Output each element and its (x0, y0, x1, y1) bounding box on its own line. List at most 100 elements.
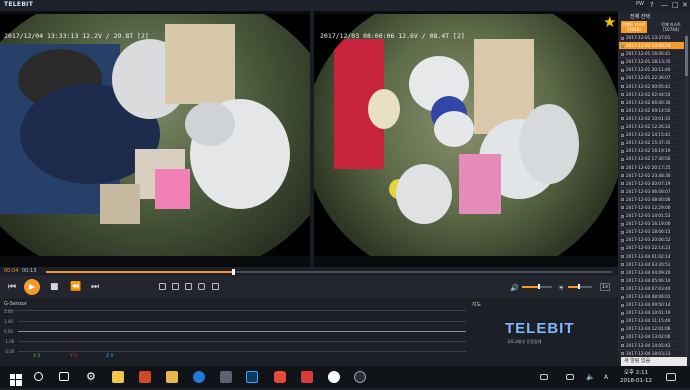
list-item[interactable]: 2017-12-02 20:17:25 (619, 164, 684, 172)
screen-icon[interactable] (212, 283, 219, 290)
snapshot-icon[interactable] (185, 283, 192, 290)
list-item[interactable]: 2017-12-02 14:15:41 (619, 131, 684, 140)
powerpoint-icon[interactable] (139, 371, 151, 383)
action-center-icon[interactable] (666, 373, 676, 381)
row-checkbox[interactable] (621, 141, 624, 145)
settings-icon[interactable]: ⚙ (86, 371, 98, 383)
row-checkbox[interactable] (621, 68, 624, 72)
row-checkbox[interactable] (621, 133, 624, 137)
camera-app-icon[interactable] (301, 371, 313, 383)
list-item[interactable]: 2017-12-02 16:19:19 (619, 147, 684, 156)
row-checkbox[interactable] (621, 263, 624, 267)
close-button[interactable]: ✕ (682, 1, 688, 9)
list-item[interactable]: 2017-12-02 15:37:35 (619, 139, 684, 148)
system-clock[interactable]: 오후 2:11 2018-01-12 (620, 369, 652, 385)
list-item[interactable]: 2017-12-01 18:13:35 (619, 58, 684, 67)
row-checkbox[interactable] (621, 311, 624, 315)
edge-icon[interactable] (193, 371, 205, 383)
list-item[interactable]: 2017-12-02 09:14:50 (619, 107, 684, 115)
search-icon[interactable] (34, 372, 43, 381)
all-list-tab[interactable]: 전체 리스트 [10744] (656, 21, 686, 33)
event-list-tab[interactable]: 이벤트 리스트 [4918] (621, 21, 647, 33)
row-checkbox[interactable] (621, 117, 624, 121)
camera-front-view[interactable]: 2017/12/04 13:33:13 12.2V / 29.8T [2] (0, 14, 310, 256)
task-view-icon[interactable] (59, 372, 69, 381)
file-explorer-icon[interactable] (112, 371, 124, 383)
list-item[interactable]: 2017-12-04 12:01:06 (619, 325, 684, 334)
list-item[interactable]: 2017-12-03 12:29:00 (619, 204, 684, 213)
list-item[interactable]: 2017-12-02 23:48:30 (619, 172, 684, 180)
store-icon[interactable] (220, 371, 232, 383)
maximize-button[interactable]: □ (672, 1, 679, 9)
next-icon[interactable]: ⏭ (91, 282, 99, 292)
list-item[interactable]: 2017-12-04 13:02:00 (619, 333, 684, 342)
list-item[interactable]: 2017-12-02 02:44:54 (619, 91, 684, 99)
list-item[interactable]: 2017-12-02 06:00:30 (619, 99, 684, 107)
camera-rear-view[interactable]: 2017/12/03 08:00:06 12.6V / 08.4T [2] (314, 14, 618, 256)
rewind-icon[interactable]: ⏪ (70, 282, 81, 292)
brightness-slider[interactable] (568, 284, 592, 289)
prev-icon[interactable]: ⏮ (8, 282, 16, 292)
row-checkbox[interactable] (621, 214, 624, 218)
row-checkbox[interactable] (621, 44, 624, 48)
row-checkbox[interactable] (621, 85, 624, 89)
save-icon[interactable] (172, 283, 179, 290)
help-button[interactable]: ? (650, 1, 654, 9)
list-item[interactable]: 2017-12-04 14:05:43 (619, 342, 684, 350)
row-checkbox[interactable] (621, 60, 624, 64)
ime-icon[interactable]: A (604, 374, 616, 386)
row-checkbox[interactable] (621, 174, 624, 178)
list-item[interactable]: 2017-12-03 20:06:52 (619, 236, 684, 245)
list-item[interactable]: 2017-12-01 13:28:54 (619, 42, 684, 51)
app-icon[interactable] (274, 371, 286, 383)
seek-handle[interactable] (231, 269, 235, 275)
row-checkbox[interactable] (621, 206, 624, 210)
row-checkbox[interactable] (621, 149, 624, 153)
row-checkbox[interactable] (621, 101, 624, 105)
row-checkbox[interactable] (621, 279, 624, 283)
list-item[interactable]: 2017-12-04 04:09:20 (619, 269, 684, 277)
row-checkbox[interactable] (621, 230, 624, 234)
row-checkbox[interactable] (621, 166, 624, 169)
list-item[interactable]: 2017-12-04 01:02:14 (619, 253, 684, 261)
camera-icon[interactable] (198, 283, 205, 290)
list-item[interactable]: 2017-12-03 14:01:53 (619, 212, 684, 221)
row-checkbox[interactable] (621, 222, 624, 226)
list-item[interactable]: 2017-12-04 05:06:10 (619, 277, 684, 285)
row-checkbox[interactable] (621, 335, 624, 339)
list-item[interactable]: 2017-12-03 08:00:06 (619, 196, 684, 204)
list-item[interactable]: 2017-12-02 10:01:31 (619, 115, 684, 124)
row-checkbox[interactable] (621, 125, 624, 129)
volume-icon[interactable]: 🔊 (510, 283, 519, 293)
brightness-handle[interactable] (577, 284, 580, 289)
list-item[interactable]: 2017-12-04 18:03:23 (619, 350, 684, 356)
row-checkbox[interactable] (621, 93, 624, 97)
list-item[interactable]: 2017-12-01 13:37:01 (619, 34, 684, 43)
row-checkbox[interactable] (621, 303, 624, 307)
list-item[interactable]: 2017-12-03 22:14:23 (619, 244, 684, 253)
speed-button[interactable]: 1x (600, 283, 611, 291)
row-checkbox[interactable] (621, 182, 624, 186)
list-item[interactable]: 2017-12-01 22:36:07 (619, 74, 684, 83)
row-checkbox[interactable] (621, 255, 624, 259)
list-item[interactable]: 2017-12-03 16:19:00 (619, 220, 684, 229)
row-checkbox[interactable] (621, 238, 624, 242)
stop-icon[interactable]: ■ (50, 282, 59, 292)
network-icon[interactable] (566, 374, 574, 380)
list-item[interactable]: 2017-12-04 03:20:51 (619, 261, 684, 269)
volume-slider[interactable] (522, 284, 552, 289)
row-checkbox[interactable] (621, 36, 624, 40)
row-checkbox[interactable] (621, 327, 624, 331)
list-item[interactable]: 2017-12-02 17:30:56 (619, 155, 684, 164)
list-item[interactable]: 2017-12-04 11:15:40 (619, 317, 684, 326)
row-checkbox[interactable] (621, 109, 624, 113)
pw-label[interactable]: PW (636, 1, 644, 7)
row-checkbox[interactable] (621, 352, 624, 356)
row-checkbox[interactable] (621, 52, 624, 56)
row-checkbox[interactable] (621, 319, 624, 323)
volume-handle[interactable] (537, 284, 540, 289)
minimize-button[interactable]: — (661, 1, 668, 9)
list-item[interactable]: 2017-12-02 12:26:22 (619, 123, 684, 132)
list-item[interactable]: 2017-12-03 18:06:15 (619, 228, 684, 237)
row-checkbox[interactable] (621, 246, 624, 250)
